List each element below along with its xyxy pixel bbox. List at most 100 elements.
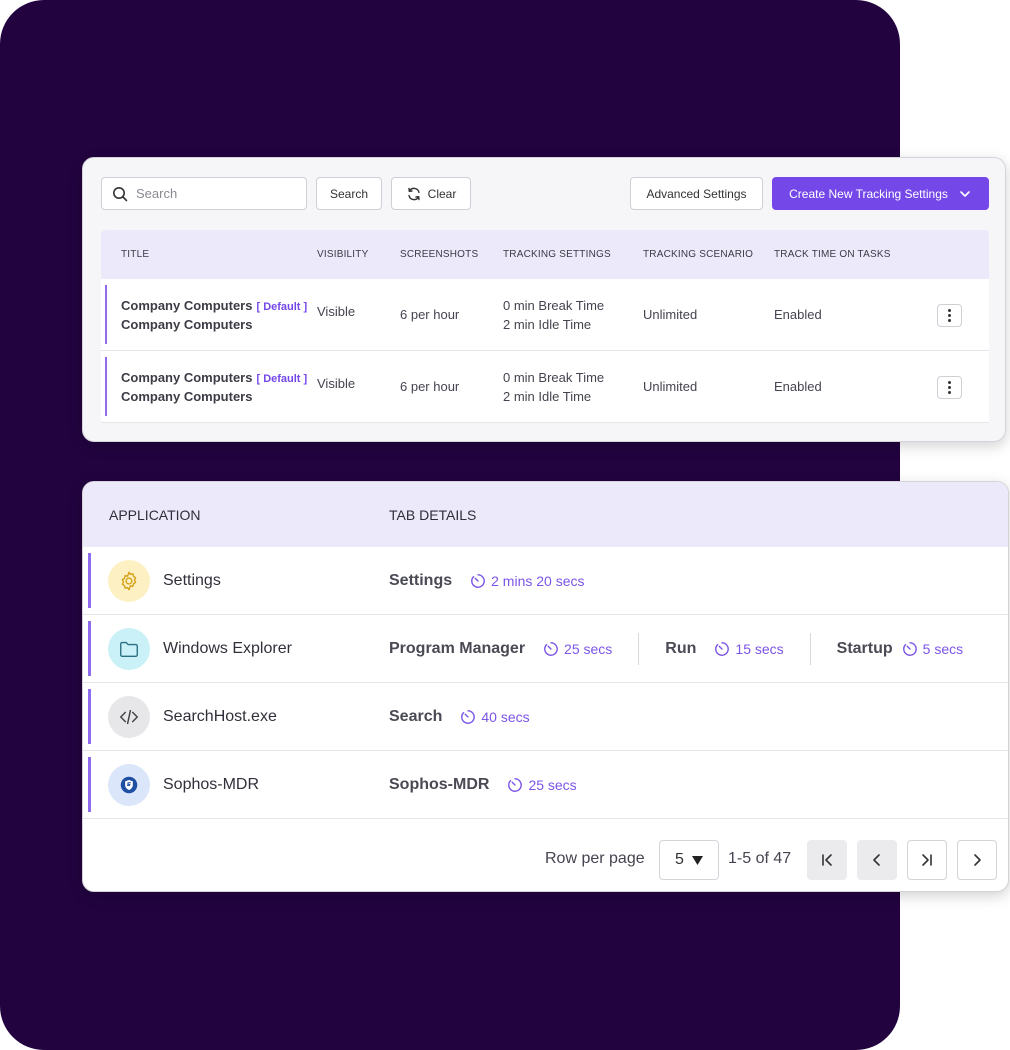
tab-name: Startup (836, 640, 893, 657)
folder-icon (108, 628, 150, 670)
clear-button[interactable]: Clear (391, 177, 471, 210)
tab-name: Search (389, 708, 443, 725)
row-title: Company Computers (121, 369, 253, 385)
cell-track-time: Enabled (774, 379, 822, 394)
row-subtitle: Company Computers (121, 388, 253, 404)
tab-duration-text: 25 secs (528, 777, 577, 793)
tab-duration-text: 15 secs (735, 641, 784, 657)
page-range: 1-5 of 47 (728, 850, 792, 867)
row-indicator (88, 553, 91, 608)
search-button[interactable]: Search (316, 177, 382, 210)
row-indicator (105, 285, 107, 344)
tab-name: Run (665, 640, 697, 657)
table-row[interactable]: SearchHost.exe Search 40 secs (83, 683, 1008, 751)
cell-screenshots: 6 per hour (400, 307, 460, 322)
advanced-settings-label: Advanced Settings (646, 186, 747, 201)
tab-details: Sophos-MDR 25 secs (389, 751, 577, 819)
kebab-icon (948, 380, 951, 395)
timer-icon (461, 710, 476, 724)
toolbar: Search Clear Advanced Settings Create Ne… (83, 158, 1005, 230)
refresh-icon (407, 187, 420, 200)
gear-icon (108, 560, 150, 602)
column-header-tracking-settings: TRACKING SETTINGS (503, 249, 611, 260)
column-header-tracking-scenario: TRACKING SCENARIO (643, 249, 754, 260)
app-name: Windows Explorer (163, 640, 292, 657)
row-title: Company Computers (121, 297, 253, 313)
break-time: 0 min Break Time (503, 297, 605, 313)
tracking-settings-card: Search Clear Advanced Settings Create Ne… (82, 157, 1006, 442)
row-indicator (105, 357, 107, 416)
tab-duration: 25 secs (543, 641, 612, 657)
tab-duration: 5 secs (902, 641, 963, 657)
create-tracking-settings-label: Create New Tracking Settings (789, 186, 948, 201)
idle-time: 2 min Idle Time (503, 316, 592, 332)
default-badge: [ Default ] (256, 300, 308, 313)
advanced-settings-button[interactable]: Advanced Settings (630, 177, 763, 210)
cell-tracking-settings: 0 min Break Time 2 min Idle Time (503, 370, 643, 404)
tab-name: Program Manager (389, 640, 526, 657)
first-page-icon (822, 854, 832, 866)
break-time: 0 min Break Time (503, 369, 605, 385)
column-header-track-time-on-tasks: TRACK TIME ON TASKS (774, 249, 891, 260)
kebab-icon (948, 308, 951, 323)
applications-card: APPLICATION TAB DETAILS Settings Setting… (82, 481, 1009, 892)
table-row[interactable]: Settings Settings 2 mins 20 secs (83, 547, 1008, 615)
tab-name: Settings (389, 572, 453, 589)
cell-screenshots: 6 per hour (400, 379, 460, 394)
pagination: Row per page 5 1-5 of 47 (83, 822, 1008, 891)
column-header-screenshots: SCREENSHOTS (400, 249, 479, 260)
table-row[interactable]: Sophos-MDR Sophos-MDR 25 secs (83, 751, 1008, 819)
row-indicator (88, 689, 91, 744)
rows-per-page-label: Row per page (545, 850, 645, 867)
tab-item: Search 40 secs (389, 708, 530, 726)
timer-icon (508, 778, 523, 792)
row-actions-button[interactable] (937, 376, 962, 399)
table-header: TITLE VISIBILITY SCREENSHOTS TRACKING SE… (101, 230, 989, 279)
rows-per-page-select[interactable]: 5 (659, 840, 719, 880)
first-page-button[interactable] (807, 840, 847, 880)
app-name: SearchHost.exe (163, 708, 277, 725)
tab-item: Startup 5 secs (837, 640, 963, 658)
timer-icon (902, 642, 917, 656)
create-tracking-settings-button[interactable]: Create New Tracking Settings (772, 177, 989, 210)
column-header-tab-details: TAB DETAILS (389, 506, 477, 523)
code-icon (108, 696, 150, 738)
cell-track-time: Enabled (774, 307, 822, 322)
row-subtitle: Company Computers (121, 316, 253, 332)
cell-tracking-scenario: Unlimited (643, 379, 698, 394)
chevron-down-icon (960, 190, 970, 197)
row-actions-button[interactable] (937, 304, 962, 327)
search-button-label: Search (329, 186, 369, 201)
divider (809, 633, 811, 665)
tab-item: Settings 2 mins 20 secs (389, 572, 585, 590)
tab-item: Run 15 secs (665, 640, 783, 658)
tab-item: Sophos-MDR 25 secs (389, 776, 577, 794)
column-header-title: TITLE (121, 249, 150, 260)
table-row[interactable]: Windows Explorer Program Manager 25 secs… (83, 615, 1008, 683)
cell-visibility: Visible (317, 304, 356, 319)
search-icon (113, 186, 128, 201)
default-badge: [ Default ] (256, 372, 308, 385)
timer-icon (544, 642, 558, 656)
chevron-right-icon (974, 854, 981, 866)
table-row[interactable]: Company Computers[ Default ] Company Com… (101, 351, 989, 423)
chevron-left-icon (873, 854, 880, 866)
tab-details: Search 40 secs (389, 683, 530, 751)
tab-details: Settings 2 mins 20 secs (389, 547, 585, 615)
search-input[interactable] (136, 186, 296, 201)
next-page-button[interactable] (957, 840, 997, 880)
search-box[interactable] (101, 177, 307, 210)
tab-duration: 40 secs (460, 709, 530, 725)
column-header-application: APPLICATION (109, 506, 201, 523)
last-page-icon (922, 854, 932, 866)
tab-duration: 2 mins 20 secs (470, 573, 585, 589)
tab-duration-text: 25 secs (564, 641, 613, 657)
timer-icon (715, 642, 730, 656)
table-row[interactable]: Company Computers[ Default ] Company Com… (101, 279, 989, 351)
app-name: Sophos-MDR (163, 776, 260, 793)
previous-page-button[interactable] (857, 840, 897, 880)
last-page-button[interactable] (907, 840, 947, 880)
tab-name: Sophos-MDR (389, 776, 490, 793)
cell-tracking-scenario: Unlimited (643, 307, 698, 322)
tab-duration: 25 secs (507, 777, 577, 793)
